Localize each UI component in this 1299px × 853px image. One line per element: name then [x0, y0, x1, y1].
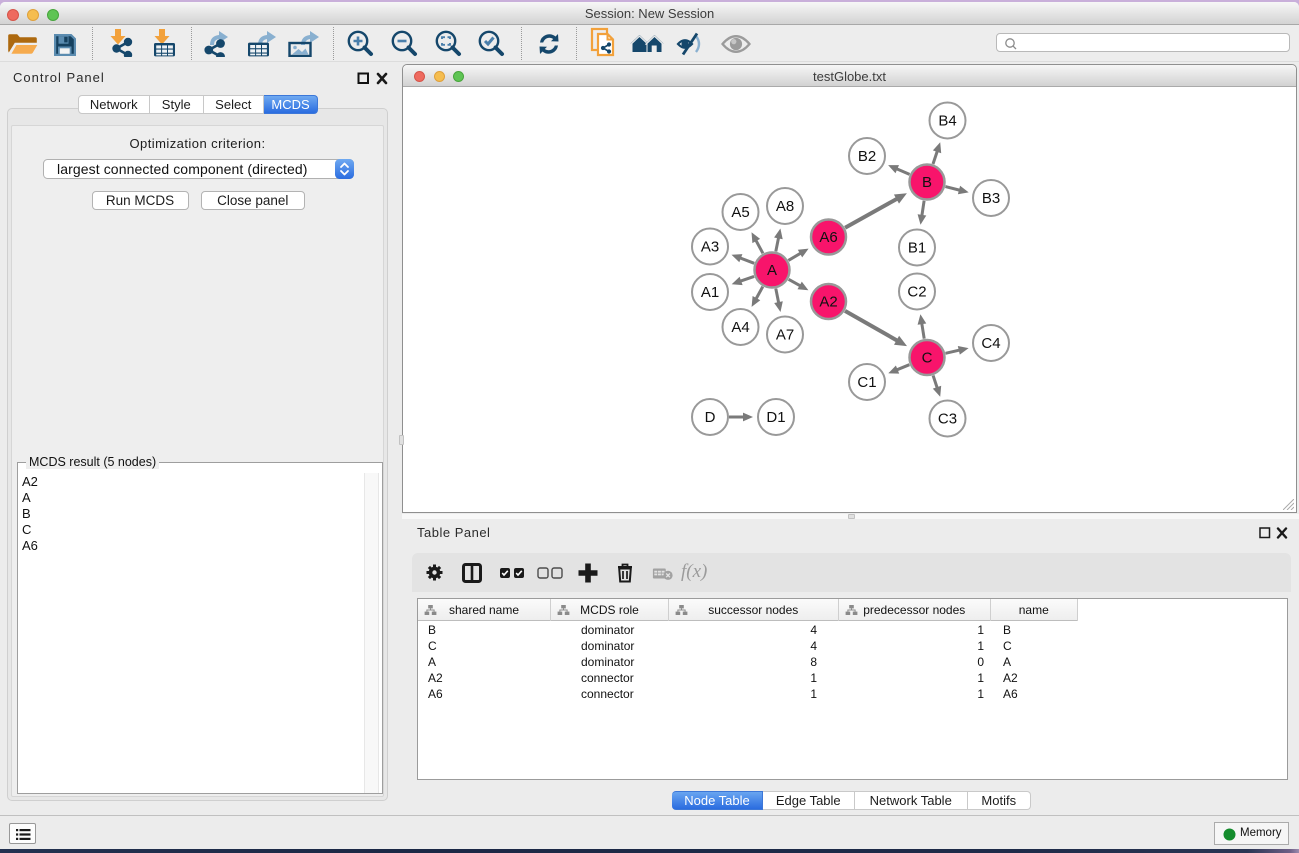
svg-text:C4: C4: [981, 335, 1000, 352]
svg-text:A5: A5: [731, 204, 749, 221]
svg-text:C3: C3: [938, 411, 957, 428]
svg-text:B2: B2: [858, 148, 876, 165]
svg-text:C: C: [922, 350, 933, 367]
svg-text:A3: A3: [701, 239, 719, 256]
svg-text:B: B: [922, 174, 932, 191]
svg-text:A2: A2: [819, 294, 837, 311]
svg-text:A6: A6: [819, 229, 837, 246]
svg-text:A7: A7: [776, 327, 794, 344]
svg-text:A1: A1: [701, 284, 719, 301]
svg-text:C2: C2: [907, 284, 926, 301]
svg-text:D1: D1: [766, 409, 785, 426]
svg-text:A4: A4: [731, 319, 749, 336]
svg-text:A8: A8: [776, 198, 794, 215]
svg-text:C1: C1: [857, 374, 876, 391]
svg-text:B3: B3: [982, 190, 1000, 207]
svg-text:D: D: [705, 409, 716, 426]
svg-text:B1: B1: [908, 240, 926, 257]
svg-text:A: A: [767, 262, 777, 279]
svg-text:B4: B4: [938, 113, 956, 130]
